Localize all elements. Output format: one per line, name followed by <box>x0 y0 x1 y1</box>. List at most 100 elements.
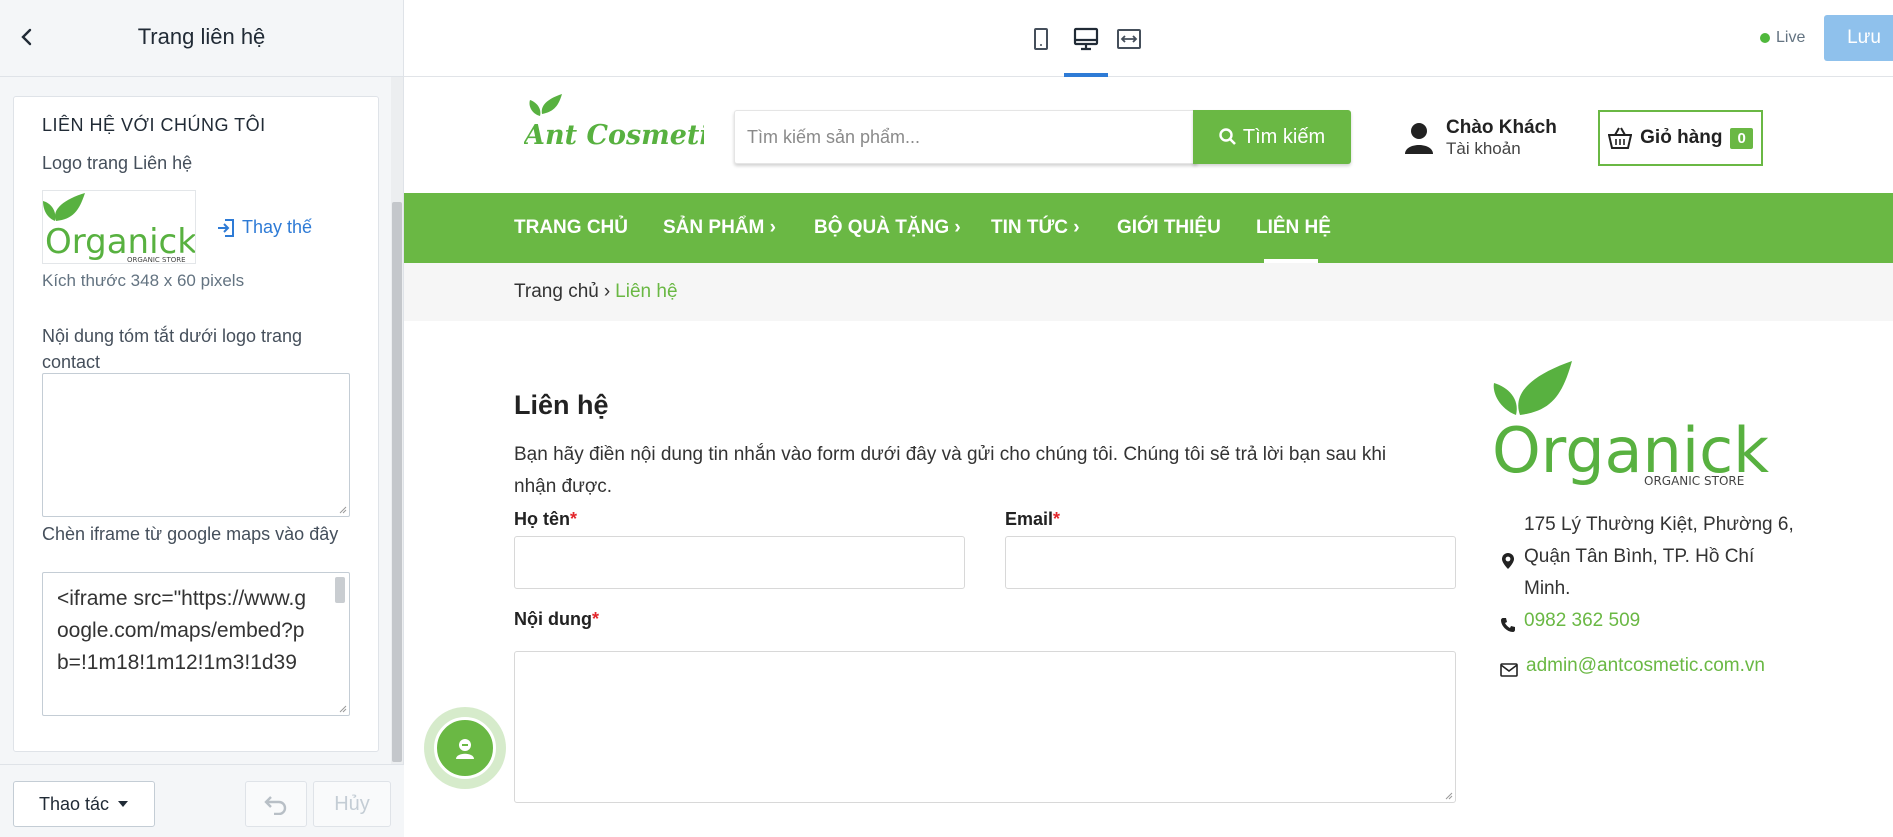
envelope-icon <box>1500 663 1518 677</box>
email-label-text: Email <box>1005 509 1054 529</box>
email-field[interactable] <box>1005 536 1456 589</box>
live-status: Live <box>1760 29 1805 47</box>
app-root: Trang liên hệ LIÊN HỆ VỚI CHÚNG TÔI Logo… <box>0 0 1893 837</box>
editor-title: Trang liên hệ <box>137 24 266 49</box>
content-label-text: Nội dung <box>514 609 592 629</box>
logo-thumb-sub: ORGANIC STORE <box>127 256 186 264</box>
breadcrumb: Trang chủ › Liên hệ <box>404 263 1893 321</box>
breadcrumb-home[interactable]: Trang chủ <box>514 281 599 303</box>
replace-icon <box>218 218 234 237</box>
live-dot-icon <box>1760 33 1770 43</box>
chat-icon <box>456 739 474 759</box>
contact-logo-sub: ORGANIC STORE <box>1644 474 1744 487</box>
summary-textarea[interactable] <box>42 373 350 517</box>
nav-item-products[interactable]: SẢN PHẨM › <box>663 193 776 263</box>
section-title: LIÊN HỆ VỚI CHÚNG TÔI <box>42 115 266 135</box>
editor-panel: Trang liên hệ LIÊN HỆ VỚI CHÚNG TÔI Logo… <box>0 0 404 837</box>
map-marker-icon <box>1502 553 1514 569</box>
nav-label: TRANG CHỦ <box>514 217 628 238</box>
nav-label: TIN TỨC <box>991 217 1068 238</box>
editor-header: Trang liên hệ <box>0 0 403 77</box>
phone-text: 0982 362 509 <box>1524 610 1641 631</box>
chevron-right-icon: › <box>1073 217 1080 238</box>
nav-label: GIỚI THIỆU <box>1117 217 1221 238</box>
resize-handle-icon[interactable] <box>337 504 347 514</box>
search-icon <box>1219 128 1236 145</box>
site-preview: Ant Cosmetic Tìm kiếm sản phẩm... Tìm ki… <box>404 77 1893 837</box>
resize-handle-icon[interactable] <box>337 703 347 713</box>
phone-icon <box>1501 618 1515 632</box>
content-textarea[interactable] <box>514 651 1456 803</box>
logo-label: Logo trang Liên hệ <box>42 153 193 173</box>
preview-toolbar: Live Lưu <box>404 0 1893 77</box>
breadcrumb-separator: › <box>603 281 611 302</box>
iframe-textarea[interactable]: <iframe src="https://www.google.com/maps… <box>42 572 350 716</box>
breadcrumb-current: Liên hệ <box>615 281 678 302</box>
name-label: Họ tên* <box>514 509 577 530</box>
logo-thumbnail: Organick ORGANIC STORE <box>42 190 196 264</box>
chevron-right-icon: › <box>769 217 776 238</box>
undo-button[interactable] <box>245 781 307 827</box>
name-field[interactable] <box>514 536 965 589</box>
email-label: Email* <box>1005 509 1060 530</box>
summary-label-line1: Nội dung tóm tắt dưới logo trang <box>42 326 302 346</box>
page-title: Liên hệ <box>514 390 609 420</box>
cancel-button[interactable]: Hủy <box>313 781 391 827</box>
actions-dropdown-button[interactable]: Thao tác <box>13 781 155 827</box>
chat-button[interactable] <box>434 717 496 779</box>
resize-handle-icon[interactable] <box>1443 790 1453 800</box>
contact-address: 175 Lý Thường Kiệt, Phường 6, Quận Tân B… <box>1500 509 1794 605</box>
contact-logo: Organick ORGANIC STORE <box>1492 361 1769 487</box>
nav-label: BỘ QUÀ TẶNG <box>814 217 950 238</box>
iframe-textarea-scrollbar[interactable] <box>335 577 345 603</box>
iframe-textarea-value: <iframe src="https://www.google.com/maps… <box>57 587 307 674</box>
name-label-text: Họ tên <box>514 509 570 529</box>
mobile-icon[interactable] <box>1028 26 1054 52</box>
caret-down-icon <box>118 801 129 807</box>
replace-logo-button[interactable]: Thay thế <box>216 217 312 238</box>
summary-label-line2: contact <box>42 352 101 372</box>
account-sub: Tài khoản <box>1446 139 1521 158</box>
cart-count-badge: 0 <box>1730 127 1753 149</box>
user-icon <box>1405 123 1433 154</box>
nav-item-home[interactable]: TRANG CHỦ <box>514 193 628 263</box>
account-greeting: Chào Khách <box>1446 117 1557 138</box>
summary-label: Nội dung tóm tắt dưới logo trang contact <box>42 323 302 375</box>
content-label: Nội dung* <box>514 609 599 630</box>
fullwidth-icon[interactable] <box>1116 26 1142 52</box>
live-label: Live <box>1776 29 1806 46</box>
email-text: admin@antcosmetic.com.vn <box>1526 655 1765 676</box>
iframe-label: Chèn iframe từ google maps vào đây <box>42 524 339 544</box>
basket-icon <box>1608 127 1633 149</box>
address-text: 175 Lý Thường Kiệt, Phường 6, Quận Tân B… <box>1524 514 1794 599</box>
replace-label: Thay thế <box>242 217 313 237</box>
nav-item-news[interactable]: TIN TỨC › <box>991 193 1080 263</box>
contact-phone[interactable]: 0982 362 509 <box>1500 605 1794 637</box>
nav-item-contact[interactable]: LIÊN HỆ <box>1256 193 1331 263</box>
account-link[interactable]: Chào Khách Tài khoản <box>1404 117 1557 159</box>
save-button[interactable]: Lưu <box>1824 15 1893 61</box>
cart-button[interactable]: Giỏ hàng 0 <box>1598 110 1763 166</box>
required-mark: * <box>1053 509 1061 529</box>
required-mark: * <box>570 509 578 529</box>
search-button[interactable]: Tìm kiếm <box>1193 110 1351 164</box>
chat-widget[interactable] <box>424 707 506 789</box>
nav-label: LIÊN HỆ <box>1256 217 1331 238</box>
logo-size-note: Kích thước 348 x 60 pixels <box>42 271 245 290</box>
nav-item-gift-sets[interactable]: BỘ QUÀ TẶNG › <box>814 193 961 263</box>
desktop-icon[interactable] <box>1073 26 1099 52</box>
undo-icon <box>264 796 287 815</box>
cart-label: Giỏ hàng <box>1640 127 1723 148</box>
actions-label: Thao tác <box>38 793 110 814</box>
editor-footer: Thao tác Hủy <box>0 764 404 837</box>
main-nav: TRANG CHỦ SẢN PHẨM › BỘ QUÀ TẶNG › TIN T… <box>404 193 1893 263</box>
brand-name: Ant Cosmetic <box>524 120 704 150</box>
editor-scrollbar[interactable] <box>391 77 403 764</box>
nav-item-about[interactable]: GIỚI THIỆU <box>1117 193 1221 263</box>
editor-scrollbar-thumb[interactable] <box>392 202 402 762</box>
search-input[interactable]: Tìm kiếm sản phẩm... <box>734 110 1197 164</box>
contact-email[interactable]: admin@antcosmetic.com.vn <box>1500 650 1796 682</box>
contact-settings-card: LIÊN HỆ VỚI CHÚNG TÔI Logo trang Liên hệ… <box>13 96 379 752</box>
brand-logo[interactable]: Ant Cosmetic <box>524 94 704 150</box>
required-mark: * <box>591 609 599 629</box>
